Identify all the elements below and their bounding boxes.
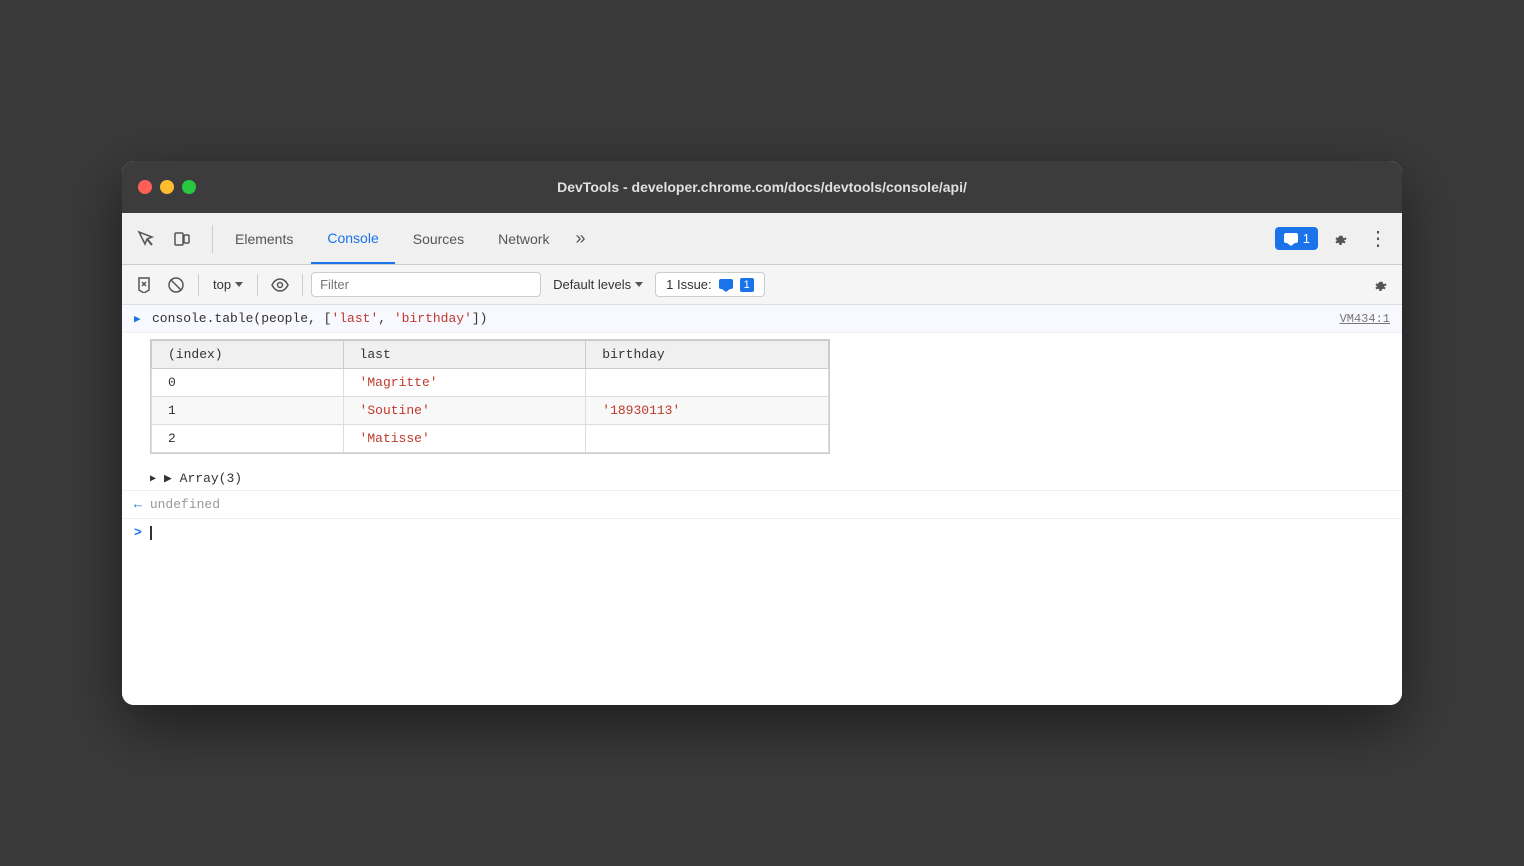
toolbar-divider-1	[198, 274, 199, 296]
col-header-last: last	[343, 341, 586, 369]
cell-birthday-0	[586, 369, 829, 397]
table-row: 2 'Matisse'	[152, 425, 829, 453]
block-icon-button[interactable]	[162, 271, 190, 299]
tab-console[interactable]: Console	[311, 213, 394, 264]
console-command-text: console.table(people, ['last', 'birthday…	[152, 311, 1340, 326]
device-toolbar-button[interactable]	[166, 223, 198, 255]
tab-divider-1	[212, 225, 213, 253]
chevron-down-icon	[235, 282, 243, 287]
window-title: DevTools - developer.chrome.com/docs/dev…	[557, 179, 967, 195]
clear-console-button[interactable]	[130, 271, 158, 299]
messages-badge-button[interactable]: 1	[1275, 227, 1318, 250]
more-options-button[interactable]: ⋮	[1362, 223, 1394, 255]
table-row: 1 'Soutine' '18930113'	[152, 397, 829, 425]
inspect-element-button[interactable]	[130, 223, 162, 255]
cell-last-2: 'Matisse'	[343, 425, 586, 453]
col-header-index: (index)	[152, 341, 344, 369]
cell-last-0: 'Magritte'	[343, 369, 586, 397]
array-toggle-icon[interactable]: ▶	[150, 473, 156, 485]
eye-button[interactable]	[266, 271, 294, 299]
cell-birthday-1: '18930113'	[586, 397, 829, 425]
table-row: 0 'Magritte'	[152, 369, 829, 397]
cell-birthday-2	[586, 425, 829, 453]
tab-network[interactable]: Network	[482, 213, 565, 264]
issues-count-badge: 1	[740, 278, 754, 292]
console-input-line[interactable]: >	[122, 518, 1402, 546]
vm-link[interactable]: VM434:1	[1340, 312, 1390, 326]
console-secondary-toolbar: top Default levels 1 Issue: 1	[122, 265, 1402, 305]
issues-button[interactable]: 1 Issue: 1	[655, 272, 765, 297]
tabs-right-actions: 1 ⋮	[1275, 223, 1394, 255]
log-levels-button[interactable]: Default levels	[545, 273, 651, 296]
cell-index-0: 0	[152, 369, 344, 397]
cell-index-2: 2	[152, 425, 344, 453]
filter-input[interactable]	[311, 272, 541, 297]
toolbar-divider-3	[302, 274, 303, 296]
console-command-line: ▶ console.table(people, ['last', 'birthd…	[122, 305, 1402, 333]
cell-last-1: 'Soutine'	[343, 397, 586, 425]
console-settings-button[interactable]	[1366, 271, 1394, 299]
toolbar-divider-2	[257, 274, 258, 296]
minimize-button[interactable]	[160, 180, 174, 194]
maximize-button[interactable]	[182, 180, 196, 194]
array-line: ▶ ▶ Array(3)	[122, 467, 1402, 490]
close-button[interactable]	[138, 180, 152, 194]
tabs-list: Elements Console Sources Network »	[219, 213, 593, 264]
cursor-blink	[150, 526, 152, 540]
ellipsis-icon: ⋮	[1368, 226, 1388, 251]
console-content: ▶ console.table(people, ['last', 'birthd…	[122, 305, 1402, 705]
console-table-wrapper: (index) last birthday 0 'Magritte' 1	[150, 339, 830, 454]
devtools-window: DevTools - developer.chrome.com/docs/dev…	[122, 161, 1402, 705]
input-prompt-icon: >	[134, 525, 142, 540]
col-header-birthday: birthday	[586, 341, 829, 369]
table-header-row: (index) last birthday	[152, 341, 829, 369]
chevron-down-icon	[635, 282, 643, 287]
message-icon	[1283, 232, 1299, 246]
cell-index-1: 1	[152, 397, 344, 425]
tab-elements[interactable]: Elements	[219, 213, 309, 264]
tab-more-button[interactable]: »	[567, 213, 593, 264]
expand-arrow[interactable]: ▶	[134, 311, 144, 326]
context-selector[interactable]: top	[207, 275, 249, 294]
table-output-container: (index) last birthday 0 'Magritte' 1	[122, 333, 1402, 467]
array-label: ▶ Array(3)	[164, 471, 242, 486]
devtools-tabs-bar: Elements Console Sources Network »	[122, 213, 1402, 265]
tab-icons	[130, 223, 198, 255]
undefined-value: undefined	[150, 497, 220, 512]
settings-button[interactable]	[1324, 223, 1356, 255]
undefined-output-line: ← undefined	[122, 490, 1402, 518]
left-arrow-icon: ←	[134, 497, 142, 512]
tab-sources[interactable]: Sources	[397, 213, 480, 264]
titlebar: DevTools - developer.chrome.com/docs/dev…	[122, 161, 1402, 213]
console-table: (index) last birthday 0 'Magritte' 1	[151, 340, 829, 453]
traffic-lights	[138, 180, 196, 194]
